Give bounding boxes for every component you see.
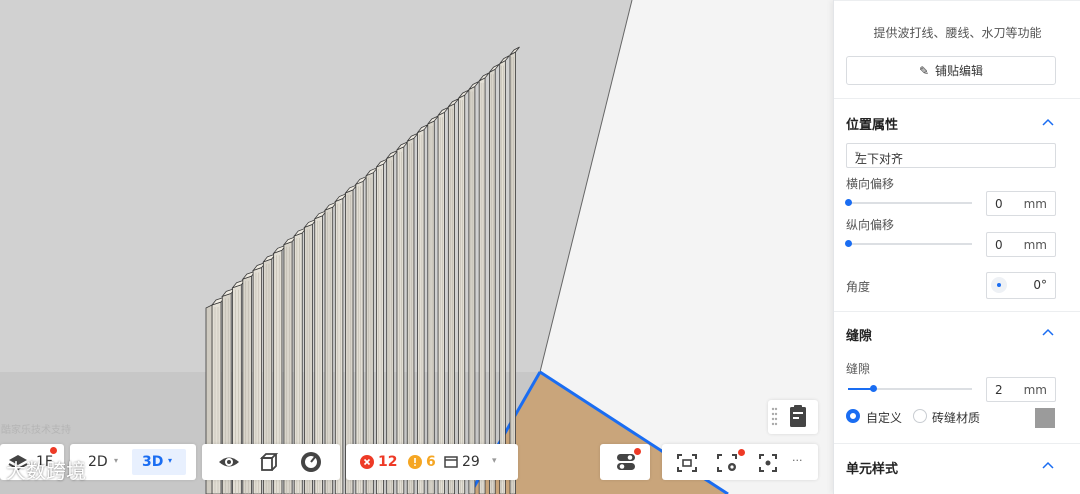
gap-color-swatch[interactable] — [1035, 408, 1055, 428]
h-offset-slider[interactable] — [845, 199, 972, 206]
position-section-title: 位置属性 — [846, 118, 899, 133]
gap-input[interactable]: 2 mm — [986, 377, 1056, 402]
view-mode-group: 2D ▾ 3D ▾ — [70, 444, 196, 480]
brand-watermark: 大数跨境 — [6, 459, 86, 483]
eye-icon[interactable] — [218, 452, 240, 472]
gap-unit: mm — [1023, 383, 1047, 397]
gauge-icon[interactable] — [300, 451, 322, 473]
align-caret-icon: ▾ — [855, 149, 860, 158]
h-offset-slider-knob[interactable] — [845, 199, 852, 206]
3d-viewport[interactable] — [0, 0, 835, 494]
scene-render — [0, 0, 835, 494]
settings-notification-dot — [634, 448, 641, 455]
collapse-gap-icon[interactable] — [1041, 325, 1055, 339]
gap-value: 2 — [995, 383, 1003, 397]
camera-notification-dot — [738, 449, 745, 456]
radio-material[interactable] — [913, 409, 927, 423]
gap-section-title: 缝隙 — [846, 329, 873, 344]
v-offset-slider[interactable] — [845, 240, 972, 247]
toggle-icon — [617, 454, 635, 470]
properties-panel: 提供波打线、腰线、水刀等功能 ✎ 铺贴编辑 位置属性 左下对齐 ▾ 横向偏移 0… — [833, 0, 1080, 494]
angle-input[interactable]: 0° — [986, 272, 1056, 299]
error-count: 12 — [378, 454, 398, 470]
camera-tools-group: ··· — [662, 444, 818, 480]
camera-settings-icon[interactable] — [716, 453, 740, 473]
view-2d-button[interactable]: 2D — [88, 454, 108, 470]
issues-group[interactable]: 12 6 29 ▾ — [346, 444, 518, 480]
focus-icon[interactable] — [758, 453, 778, 473]
clipboard-button[interactable] — [768, 400, 818, 434]
angle-value: 0° — [1033, 278, 1047, 292]
pencil-icon: ✎ — [918, 63, 930, 78]
h-offset-unit: mm — [1023, 197, 1047, 211]
angle-dial-icon[interactable] — [991, 277, 1007, 293]
list-icon — [444, 456, 458, 468]
clipboard-icon — [771, 405, 806, 427]
tile-edit-button[interactable]: ✎ 铺贴编辑 — [846, 56, 1056, 85]
error-icon — [360, 455, 374, 469]
collapse-unit-style-icon[interactable] — [1041, 458, 1055, 472]
gap-slider[interactable] — [848, 385, 972, 392]
gap-label: 缝隙 — [846, 362, 871, 376]
floor-notification-dot — [50, 447, 57, 454]
h-offset-input[interactable]: 0 mm — [986, 191, 1056, 216]
display-tools-group — [202, 444, 340, 480]
tile-edit-label: 铺贴编辑 — [935, 64, 984, 78]
angle-label: 角度 — [846, 280, 871, 294]
view-3d-label: 3D — [142, 454, 164, 470]
v-offset-label: 纵向偏移 — [846, 218, 895, 232]
cube-icon[interactable] — [258, 452, 280, 474]
screenshot-icon[interactable] — [676, 453, 698, 473]
warning-count: 6 — [426, 454, 436, 470]
radio-custom[interactable] — [846, 409, 860, 423]
radio-material-label[interactable]: 砖缝材质 — [932, 409, 980, 426]
support-watermark: 酷家乐技术支持 — [1, 425, 71, 436]
align-select[interactable]: 左下对齐 ▾ — [846, 143, 1056, 168]
view-3d-caret-icon: ▾ — [168, 456, 173, 465]
view-2d-caret-icon[interactable]: ▾ — [114, 456, 118, 465]
v-offset-input[interactable]: 0 mm — [986, 232, 1056, 257]
settings-toggle-button[interactable] — [600, 444, 650, 480]
issues-caret-icon[interactable]: ▾ — [492, 456, 497, 466]
gap-slider-knob[interactable] — [870, 385, 877, 392]
v-offset-value: 0 — [995, 238, 1003, 252]
h-offset-label: 横向偏移 — [846, 177, 895, 191]
v-offset-unit: mm — [1023, 238, 1047, 252]
h-offset-value: 0 — [995, 197, 1003, 211]
warning-icon — [408, 455, 422, 469]
unit-style-section-title: 单元样式 — [846, 462, 899, 477]
collapse-position-icon[interactable] — [1041, 115, 1055, 129]
view-3d-button[interactable]: 3D ▾ — [132, 449, 186, 475]
item-count: 29 — [462, 454, 480, 470]
more-button[interactable]: ··· — [792, 454, 803, 467]
feature-description: 提供波打线、腰线、水刀等功能 — [873, 26, 1042, 40]
radio-custom-label[interactable]: 自定义 — [866, 409, 902, 426]
v-offset-slider-knob[interactable] — [845, 240, 852, 247]
